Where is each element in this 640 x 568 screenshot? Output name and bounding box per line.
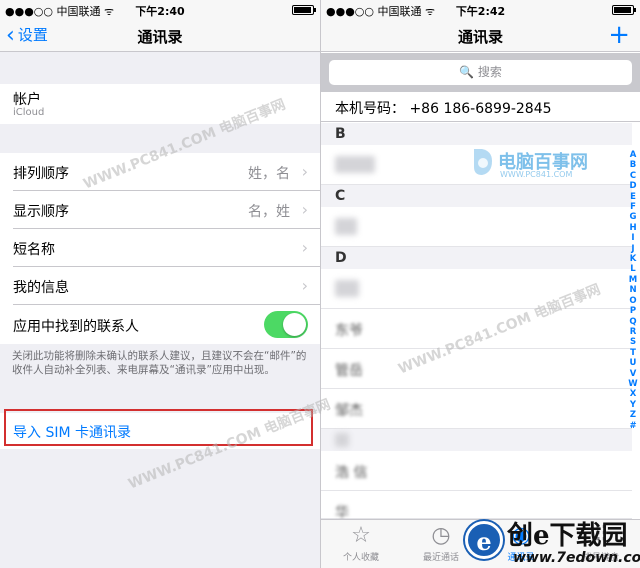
- index-letter[interactable]: I: [628, 233, 638, 243]
- section-letter: C: [335, 188, 346, 204]
- index-letter[interactable]: Y: [628, 400, 638, 410]
- index-letter[interactable]: T: [628, 348, 638, 358]
- my-info-label: 我的信息: [13, 280, 69, 296]
- my-number: 本机号码： +86 186-6899-2845: [335, 101, 552, 117]
- section-header-b: B: [321, 123, 632, 145]
- index-letter[interactable]: L: [628, 264, 638, 274]
- index-letter[interactable]: U: [628, 358, 638, 368]
- chevron-right-icon: ›: [301, 200, 308, 219]
- battery-level: [294, 7, 311, 13]
- search-bar: 🔍 搜索: [321, 53, 640, 92]
- search-input[interactable]: 🔍 搜索: [329, 60, 632, 85]
- index-letter[interactable]: K: [628, 254, 638, 264]
- index-letter[interactable]: R: [628, 327, 638, 337]
- index-letter[interactable]: Q: [628, 317, 638, 327]
- contact-row[interactable]: [321, 207, 632, 247]
- found-in-apps-note: 关闭此功能将删除未确认的联系人建议，且建议不会在“邮件”的收件人自动补全列表、来…: [12, 350, 307, 376]
- index-letter[interactable]: F: [628, 202, 638, 212]
- index-letter[interactable]: W: [628, 379, 638, 389]
- index-letter[interactable]: H: [628, 223, 638, 233]
- display-order-row[interactable]: 显示顺序 名，姓 ›: [0, 191, 320, 229]
- found-in-apps-row: 应用中找到的联系人: [0, 305, 320, 344]
- chevron-right-icon: ›: [301, 276, 308, 295]
- battery-icon: [292, 5, 316, 15]
- chevron-right-icon: ›: [301, 162, 308, 181]
- tab-label: 个人收藏: [342, 553, 379, 563]
- found-in-apps-label: 应用中找到的联系人: [13, 319, 139, 335]
- account-label: 帐户: [13, 92, 41, 108]
- index-letter[interactable]: D: [628, 181, 638, 191]
- index-letter[interactable]: #: [628, 421, 638, 431]
- redacted-name: [335, 218, 357, 235]
- section-index[interactable]: A B C D E F G H I J K L M N O P Q R S T U V W X Y Z #: [628, 150, 638, 431]
- brand-watermark: e 创e下载园 www.7edown.com: [465, 515, 640, 568]
- contact-row[interactable]: 管岳: [321, 349, 632, 389]
- sort-order-value: 姓，名: [248, 166, 290, 182]
- section-header-c: C: [321, 185, 632, 207]
- add-contact-button[interactable]: +: [608, 20, 630, 50]
- watermark-logo-url: WWW.PC841.COM: [500, 170, 573, 179]
- display-order-label: 显示顺序: [13, 204, 69, 220]
- index-letter[interactable]: P: [628, 306, 638, 316]
- contact-name: 浩 信: [335, 465, 368, 481]
- index-letter[interactable]: N: [628, 285, 638, 295]
- contact-row[interactable]: 浩 信: [321, 451, 632, 491]
- display-order-value: 名，姓: [248, 204, 290, 220]
- chevron-right-icon: ›: [301, 238, 308, 257]
- page-title: 通讯录: [137, 28, 183, 46]
- section-letter: B: [335, 126, 346, 142]
- index-letter[interactable]: M: [628, 275, 638, 285]
- nav-bar: ‹ 设置 通讯录: [0, 20, 320, 52]
- battery-level: [614, 7, 631, 13]
- page-title: 通讯录: [457, 28, 503, 46]
- contact-name: 东爷: [335, 323, 363, 339]
- short-name-label: 短名称: [13, 242, 55, 258]
- contact-name: 邹杰: [335, 403, 363, 419]
- short-name-row[interactable]: 短名称 ›: [0, 229, 320, 267]
- redacted-name: [335, 280, 359, 297]
- index-letter[interactable]: E: [628, 192, 638, 202]
- toggle-knob: [283, 313, 306, 336]
- my-info-row[interactable]: 我的信息 ›: [0, 267, 320, 305]
- section-header-blurred: [321, 429, 632, 451]
- clock: 下午2:40: [135, 5, 185, 18]
- section-header-d: D: [321, 247, 632, 269]
- index-letter[interactable]: B: [628, 160, 638, 170]
- watermark-logo-icon: [474, 149, 492, 175]
- brand-letter: e: [476, 527, 492, 556]
- index-letter[interactable]: A: [628, 150, 638, 160]
- nav-bar: 通讯录 +: [321, 20, 640, 52]
- my-number-row[interactable]: 本机号码： +86 186-6899-2845: [321, 92, 640, 122]
- redacted-name: [335, 156, 375, 173]
- tab-favorites[interactable]: ☆ 个人收藏: [321, 522, 401, 563]
- index-letter[interactable]: G: [628, 212, 638, 222]
- index-letter[interactable]: C: [628, 171, 638, 181]
- section-letter: D: [335, 250, 347, 266]
- clock: 下午2:42: [455, 5, 506, 18]
- index-letter[interactable]: O: [628, 296, 638, 306]
- index-letter[interactable]: S: [628, 337, 638, 347]
- index-letter[interactable]: J: [628, 244, 638, 254]
- index-letter[interactable]: V: [628, 369, 638, 379]
- battery-icon: [612, 5, 636, 15]
- contact-name: 管岳: [335, 363, 363, 379]
- status-bar: ●●●○○ 中国联通 ᯤ 下午2:42: [321, 0, 640, 20]
- settings-screen: ●●●○○ 中国联通 ᯤ 下午2:40 ‹ 设置 通讯录 帐户 iCloud 排列…: [0, 0, 320, 568]
- brand-name: 创e下载园: [507, 521, 628, 551]
- found-in-apps-toggle[interactable]: [264, 311, 308, 338]
- account-sub: iCloud: [13, 107, 45, 118]
- sort-order-label: 排列顺序: [13, 166, 69, 182]
- brand-url: www.7edown.com: [513, 550, 640, 566]
- index-letter[interactable]: X: [628, 389, 638, 399]
- brand-logo-icon: e: [465, 521, 503, 559]
- status-bar: ●●●○○ 中国联通 ᯤ 下午2:40: [0, 0, 320, 20]
- star-icon: ☆: [351, 523, 371, 548]
- redacted-letter: [335, 433, 349, 447]
- contact-row[interactable]: 邹杰: [321, 389, 632, 429]
- index-letter[interactable]: Z: [628, 410, 638, 420]
